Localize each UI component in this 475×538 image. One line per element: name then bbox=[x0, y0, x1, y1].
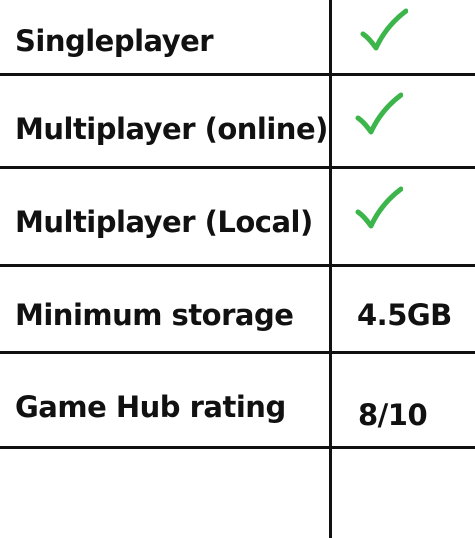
row-label-singleplayer: Singleplayer bbox=[15, 24, 214, 58]
row-label-minimum-storage: Minimum storage bbox=[15, 298, 294, 332]
row-divider bbox=[0, 73, 475, 76]
row-divider bbox=[0, 264, 475, 267]
check-icon bbox=[360, 8, 408, 51]
row-divider bbox=[0, 351, 475, 354]
row-value-game-hub-rating: 8/10 bbox=[358, 398, 428, 432]
check-icon bbox=[355, 186, 403, 229]
row-divider bbox=[0, 166, 475, 169]
row-label-multiplayer-local: Multiplayer (Local) bbox=[15, 205, 313, 239]
check-icon bbox=[355, 92, 403, 135]
row-value-minimum-storage: 4.5GB bbox=[357, 298, 452, 332]
row-divider bbox=[0, 446, 475, 449]
row-label-multiplayer-online: Multiplayer (online) bbox=[15, 112, 328, 146]
feature-table: Singleplayer Multiplayer (online) Multip… bbox=[0, 0, 475, 538]
column-divider bbox=[329, 0, 332, 538]
row-label-game-hub-rating: Game Hub rating bbox=[15, 390, 286, 424]
